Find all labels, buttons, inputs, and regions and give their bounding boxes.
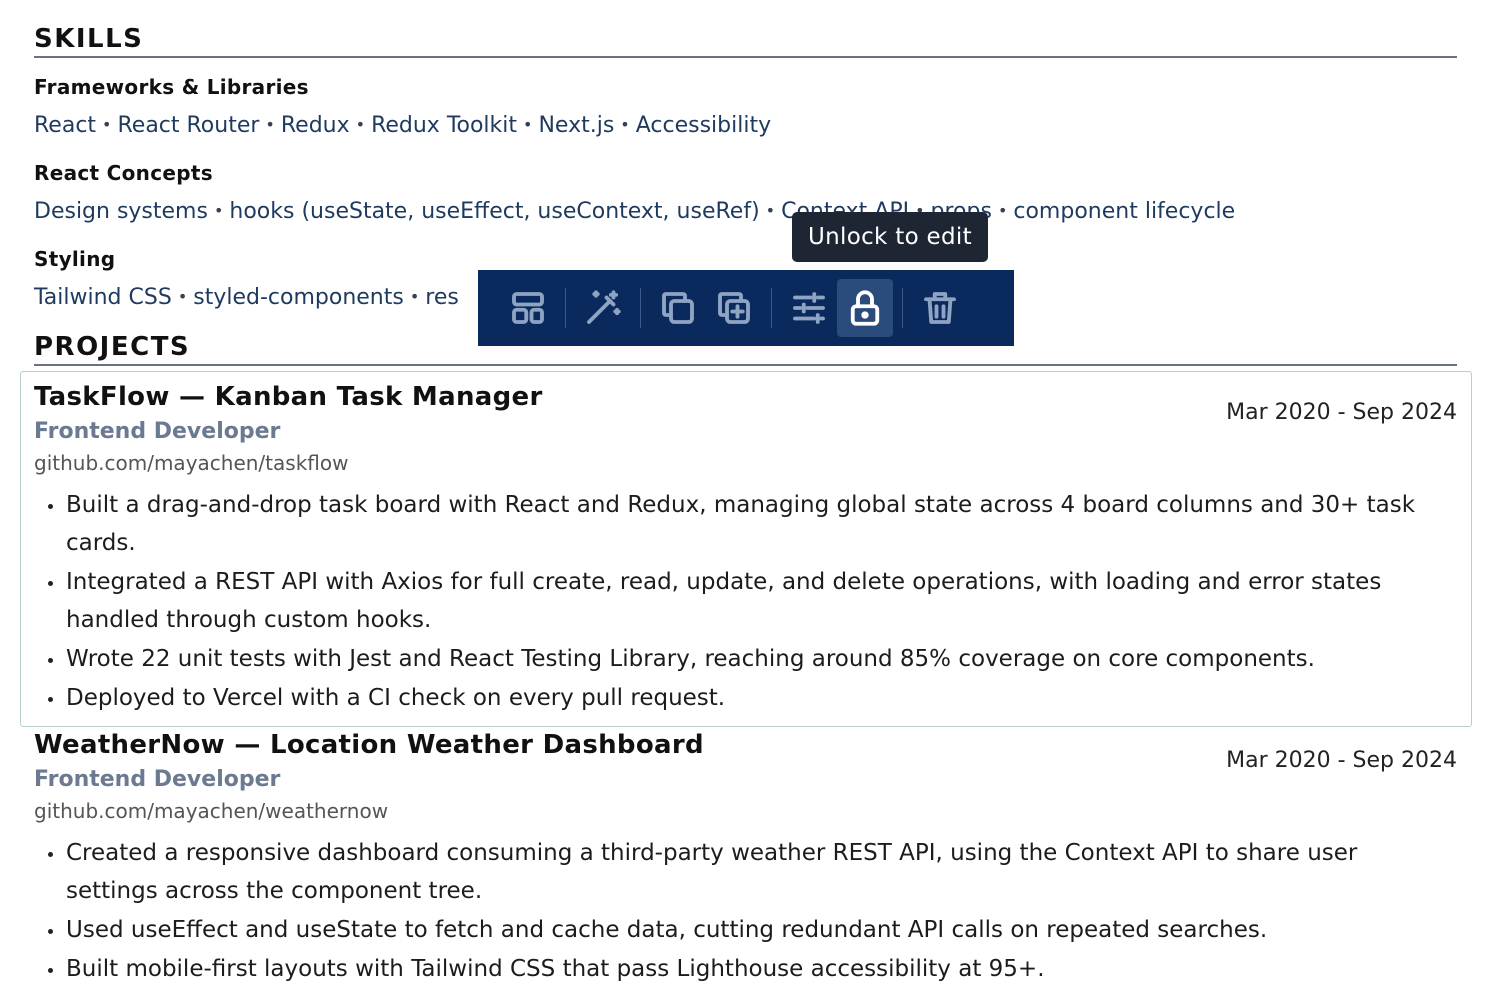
toolbar-divider: [565, 288, 566, 328]
project-date: Mar 2020 - Sep 2024: [1226, 400, 1457, 425]
skill-list-concepts: Design systems • hooks (useState, useEffec…: [34, 199, 1236, 224]
copy-icon: [662, 292, 694, 324]
toolbar-divider: [640, 288, 641, 328]
list-item: Built a drag-and-drop task board with Re…: [34, 486, 1434, 562]
skill-item: React Router: [117, 113, 260, 138]
project-bullets: Built a drag-and-drop task board with Re…: [34, 486, 1434, 718]
skill-item: hooks (useState, useEffect, useContext, …: [229, 199, 760, 224]
project-role: Frontend Developer: [34, 767, 281, 792]
lock-button[interactable]: [837, 279, 893, 337]
skill-item: Design systems: [34, 199, 208, 224]
list-item: Deployed to Vercel with a CI check on ev…: [34, 679, 1434, 717]
layout-icon: [512, 292, 544, 324]
project-link[interactable]: github.com/mayachen/weathernow: [34, 799, 388, 823]
list-item: Built mobile-first layouts with Tailwind…: [34, 950, 1434, 988]
skills-heading: SKILLS: [34, 24, 1457, 58]
delete-button[interactable]: [912, 279, 968, 337]
skill-group-label: Frameworks & Libraries: [34, 75, 309, 99]
skill-item: Next.js: [538, 113, 615, 138]
skill-item: component lifecycle: [1013, 199, 1236, 224]
ai-improve-button[interactable]: [575, 279, 631, 337]
skill-item: Accessibility: [635, 113, 772, 138]
trash-icon: [924, 292, 956, 324]
layout-button[interactable]: [500, 279, 556, 337]
duplicate-button[interactable]: [706, 279, 762, 337]
list-item: Used useEffect and useState to fetch and…: [34, 911, 1434, 949]
skill-item: Redux: [280, 113, 350, 138]
duplicate-icon: [718, 292, 750, 324]
list-item: Created a responsive dashboard consuming…: [34, 834, 1434, 910]
skill-list-styling: Tailwind CSS • styled-components • res: [34, 285, 459, 310]
section-toolbar: [478, 270, 1014, 346]
skill-item: React: [34, 113, 97, 138]
project-title[interactable]: TaskFlow — Kanban Task Manager: [34, 382, 543, 412]
skill-item: Redux Toolkit: [371, 113, 518, 138]
tooltip: Unlock to edit: [792, 212, 988, 262]
project-date: Mar 2020 - Sep 2024: [1226, 748, 1457, 773]
list-item: Integrated a REST API with Axios for ful…: [34, 563, 1434, 639]
skill-item: Tailwind CSS: [34, 285, 172, 310]
skill-group-label: Styling: [34, 247, 116, 271]
skill-group-label: React Concepts: [34, 161, 213, 185]
list-item: Wrote 22 unit tests with Jest and React …: [34, 640, 1434, 678]
lock-icon: [850, 290, 880, 326]
project-bullets: Created a responsive dashboard consuming…: [34, 834, 1434, 989]
magic-wand-icon: [587, 290, 621, 324]
toolbar-divider: [771, 288, 772, 328]
project-role: Frontend Developer: [34, 419, 281, 444]
skill-item: styled-components: [193, 285, 404, 310]
toolbar-divider: [902, 288, 903, 328]
project-link[interactable]: github.com/mayachen/taskflow: [34, 451, 348, 475]
skill-item: res: [425, 285, 459, 310]
skill-list-frameworks: React • React Router • Redux • Redux Toolkit • N…: [34, 113, 772, 138]
copy-button[interactable]: [650, 279, 706, 337]
project-title[interactable]: WeatherNow — Location Weather Dashboard: [34, 730, 704, 760]
settings-button[interactable]: [781, 279, 837, 337]
sliders-icon: [793, 292, 825, 324]
